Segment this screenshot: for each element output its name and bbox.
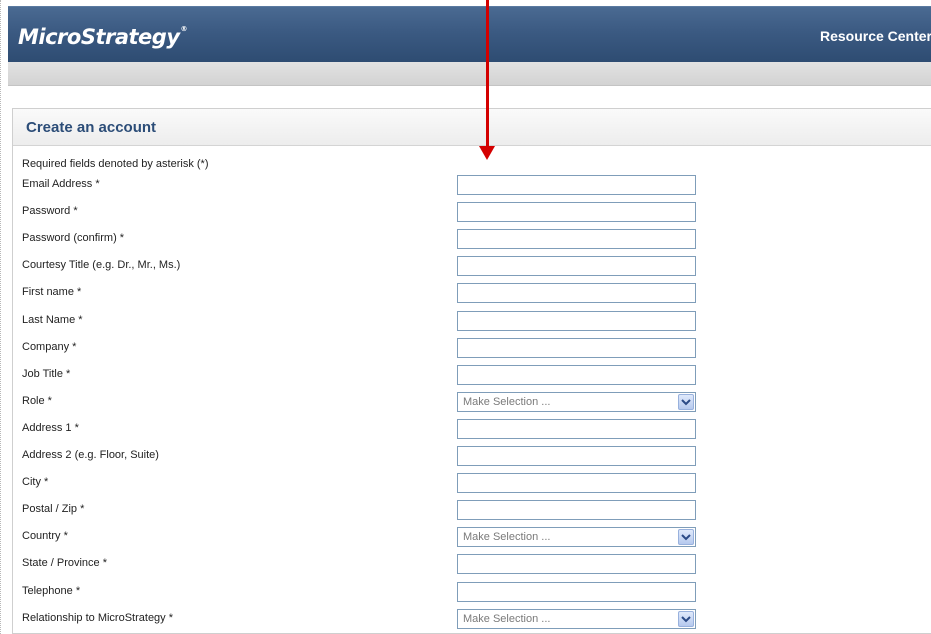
password-confirm-label: Password (confirm) * — [22, 232, 125, 245]
address-1-label: Address 1 * — [22, 421, 79, 434]
job-title-label: Job Title * — [22, 367, 71, 380]
password-confirm-input[interactable] — [457, 229, 696, 250]
form-row-state-province: State / Province * — [13, 554, 931, 575]
telephone-input[interactable] — [457, 581, 696, 602]
form-row-address-2: Address 2 (e.g. Floor, Suite) — [13, 446, 931, 466]
courtesy-title-label: Courtesy Title (e.g. Dr., Mr., Ms.) — [22, 259, 181, 272]
job-title-input[interactable] — [457, 364, 696, 385]
microstrategy-logo[interactable]: MicroStrategy® — [18, 25, 187, 49]
form-row-role: Role * Make Selection ... — [13, 391, 931, 412]
chevron-down-icon[interactable] — [678, 529, 694, 546]
postal-zip-input[interactable] — [457, 500, 696, 521]
last-name-input[interactable] — [457, 310, 696, 331]
annotation-arrow-shaft — [486, 0, 489, 150]
chevron-down-icon[interactable] — [678, 393, 694, 410]
form-row-telephone: Telephone * — [13, 581, 931, 602]
relationship-to-microstrategy-select-value: Make Selection ... — [463, 612, 551, 625]
state-province-label: State / Province * — [22, 557, 107, 570]
form-row-city: City * — [13, 473, 931, 494]
form-title: Create an account — [26, 119, 157, 136]
city-input[interactable] — [457, 473, 696, 494]
form-row-relationship-to-microstrategy: Relationship to MicroStrategy * Make Sele… — [13, 608, 931, 629]
form-row-address-1: Address 1 * — [13, 418, 931, 439]
address-1-input[interactable] — [457, 418, 696, 439]
form-row-last-name: Last Name * — [13, 310, 931, 331]
country-select[interactable]: Make Selection ... — [457, 527, 696, 548]
form-row-courtesy-title: Courtesy Title (e.g. Dr., Mr., Ms.) — [13, 256, 931, 277]
postal-zip-label: Postal / Zip * — [22, 503, 85, 516]
email-address-label: Email Address * — [22, 178, 100, 190]
password-label: Password * — [22, 205, 78, 218]
red-arrow-icon — [479, 146, 495, 160]
form-row-postal-zip: Postal / Zip * — [13, 500, 931, 521]
country-select-value: Make Selection ... — [463, 531, 551, 544]
email-address-input[interactable] — [457, 175, 696, 195]
page: MicroStrategy® Resource Center Create an… — [0, 0, 931, 634]
last-name-label: Last Name * — [22, 313, 83, 326]
relationship-to-microstrategy-select[interactable]: Make Selection ... — [457, 608, 696, 629]
city-label: City * — [22, 476, 49, 489]
chevron-down-icon[interactable] — [678, 610, 694, 627]
role-select[interactable]: Make Selection ... — [457, 391, 696, 412]
form-row-company: Company * — [13, 337, 931, 358]
form-title-bar: Create an account — [13, 109, 931, 146]
role-label: Role * — [22, 394, 52, 407]
telephone-label: Telephone * — [22, 584, 81, 597]
first-name-input[interactable] — [457, 283, 696, 304]
form-row-country: Country * Make Selection ... — [13, 527, 931, 548]
relationship-to-microstrategy-label: Relationship to MicroStrategy * — [22, 611, 174, 624]
form-row-first-name: First name * — [13, 283, 931, 304]
address-2-label: Address 2 (e.g. Floor, Suite) — [22, 449, 159, 461]
form-row-password-confirm: Password (confirm) * — [13, 229, 931, 250]
sub-navigation-bar — [8, 62, 931, 86]
resource-center-link[interactable]: Resource Center — [820, 28, 931, 44]
create-account-form: Create an account Required fields denote… — [12, 108, 931, 634]
address-2-input[interactable] — [457, 446, 696, 466]
state-province-input[interactable] — [457, 554, 696, 575]
role-select-value: Make Selection ... — [463, 395, 551, 408]
company-input[interactable] — [457, 337, 696, 358]
country-label: Country * — [22, 530, 68, 543]
header-bar: MicroStrategy® Resource Center — [8, 6, 931, 62]
form-row-email-address: Email Address * — [13, 175, 931, 195]
required-fields-note: Required fields denoted by asterisk (*) — [22, 158, 209, 170]
form-row-password: Password * — [13, 202, 931, 223]
password-input[interactable] — [457, 202, 696, 223]
first-name-label: First name * — [22, 286, 82, 299]
courtesy-title-input[interactable] — [457, 256, 696, 277]
form-row-job-title: Job Title * — [13, 364, 931, 385]
company-label: Company * — [22, 340, 77, 353]
